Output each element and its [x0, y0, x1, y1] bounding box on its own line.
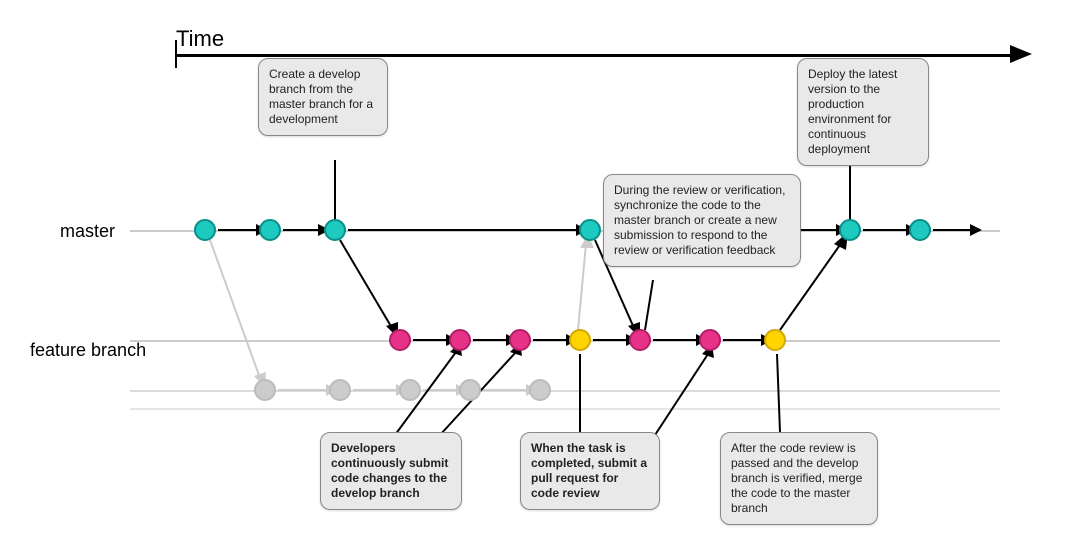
commit-shadow [329, 379, 351, 401]
commit-shadow [399, 379, 421, 401]
callout-sync: During the review or verification, synch… [603, 174, 801, 267]
commit-master [909, 219, 931, 241]
shadow-lane-2 [130, 408, 1000, 410]
commit-shadow [254, 379, 276, 401]
commit-shadow [459, 379, 481, 401]
callout-create-dev: Create a develop branch from the master … [258, 58, 388, 136]
commit-shadow [529, 379, 551, 401]
time-axis-label: Time [176, 26, 224, 52]
commit-master [839, 219, 861, 241]
commit-feature [449, 329, 471, 351]
feature-label: feature branch [30, 340, 146, 361]
time-axis-arrow [1010, 45, 1032, 63]
git-flow-diagram: { "time_label": "Time", "branches": { "m… [0, 0, 1080, 536]
callout-deploy: Deploy the latest version to the product… [797, 58, 929, 166]
commit-feature [389, 329, 411, 351]
commit-feature [699, 329, 721, 351]
commit-master [259, 219, 281, 241]
time-axis-tick [175, 40, 177, 68]
commit-feature-pr [569, 329, 591, 351]
master-label: master [60, 221, 115, 242]
feature-lane [130, 340, 1000, 342]
callout-pr: When the task is completed, submit a pul… [520, 432, 660, 510]
commit-feature [629, 329, 651, 351]
callout-devs-submit: Developers continuously submit code chan… [320, 432, 462, 510]
commit-master [324, 219, 346, 241]
commit-master [579, 219, 601, 241]
callout-merge: After the code review is passed and the … [720, 432, 878, 525]
commit-feature-verified [764, 329, 786, 351]
time-axis-line [175, 54, 1010, 57]
commit-feature [509, 329, 531, 351]
commit-master [194, 219, 216, 241]
